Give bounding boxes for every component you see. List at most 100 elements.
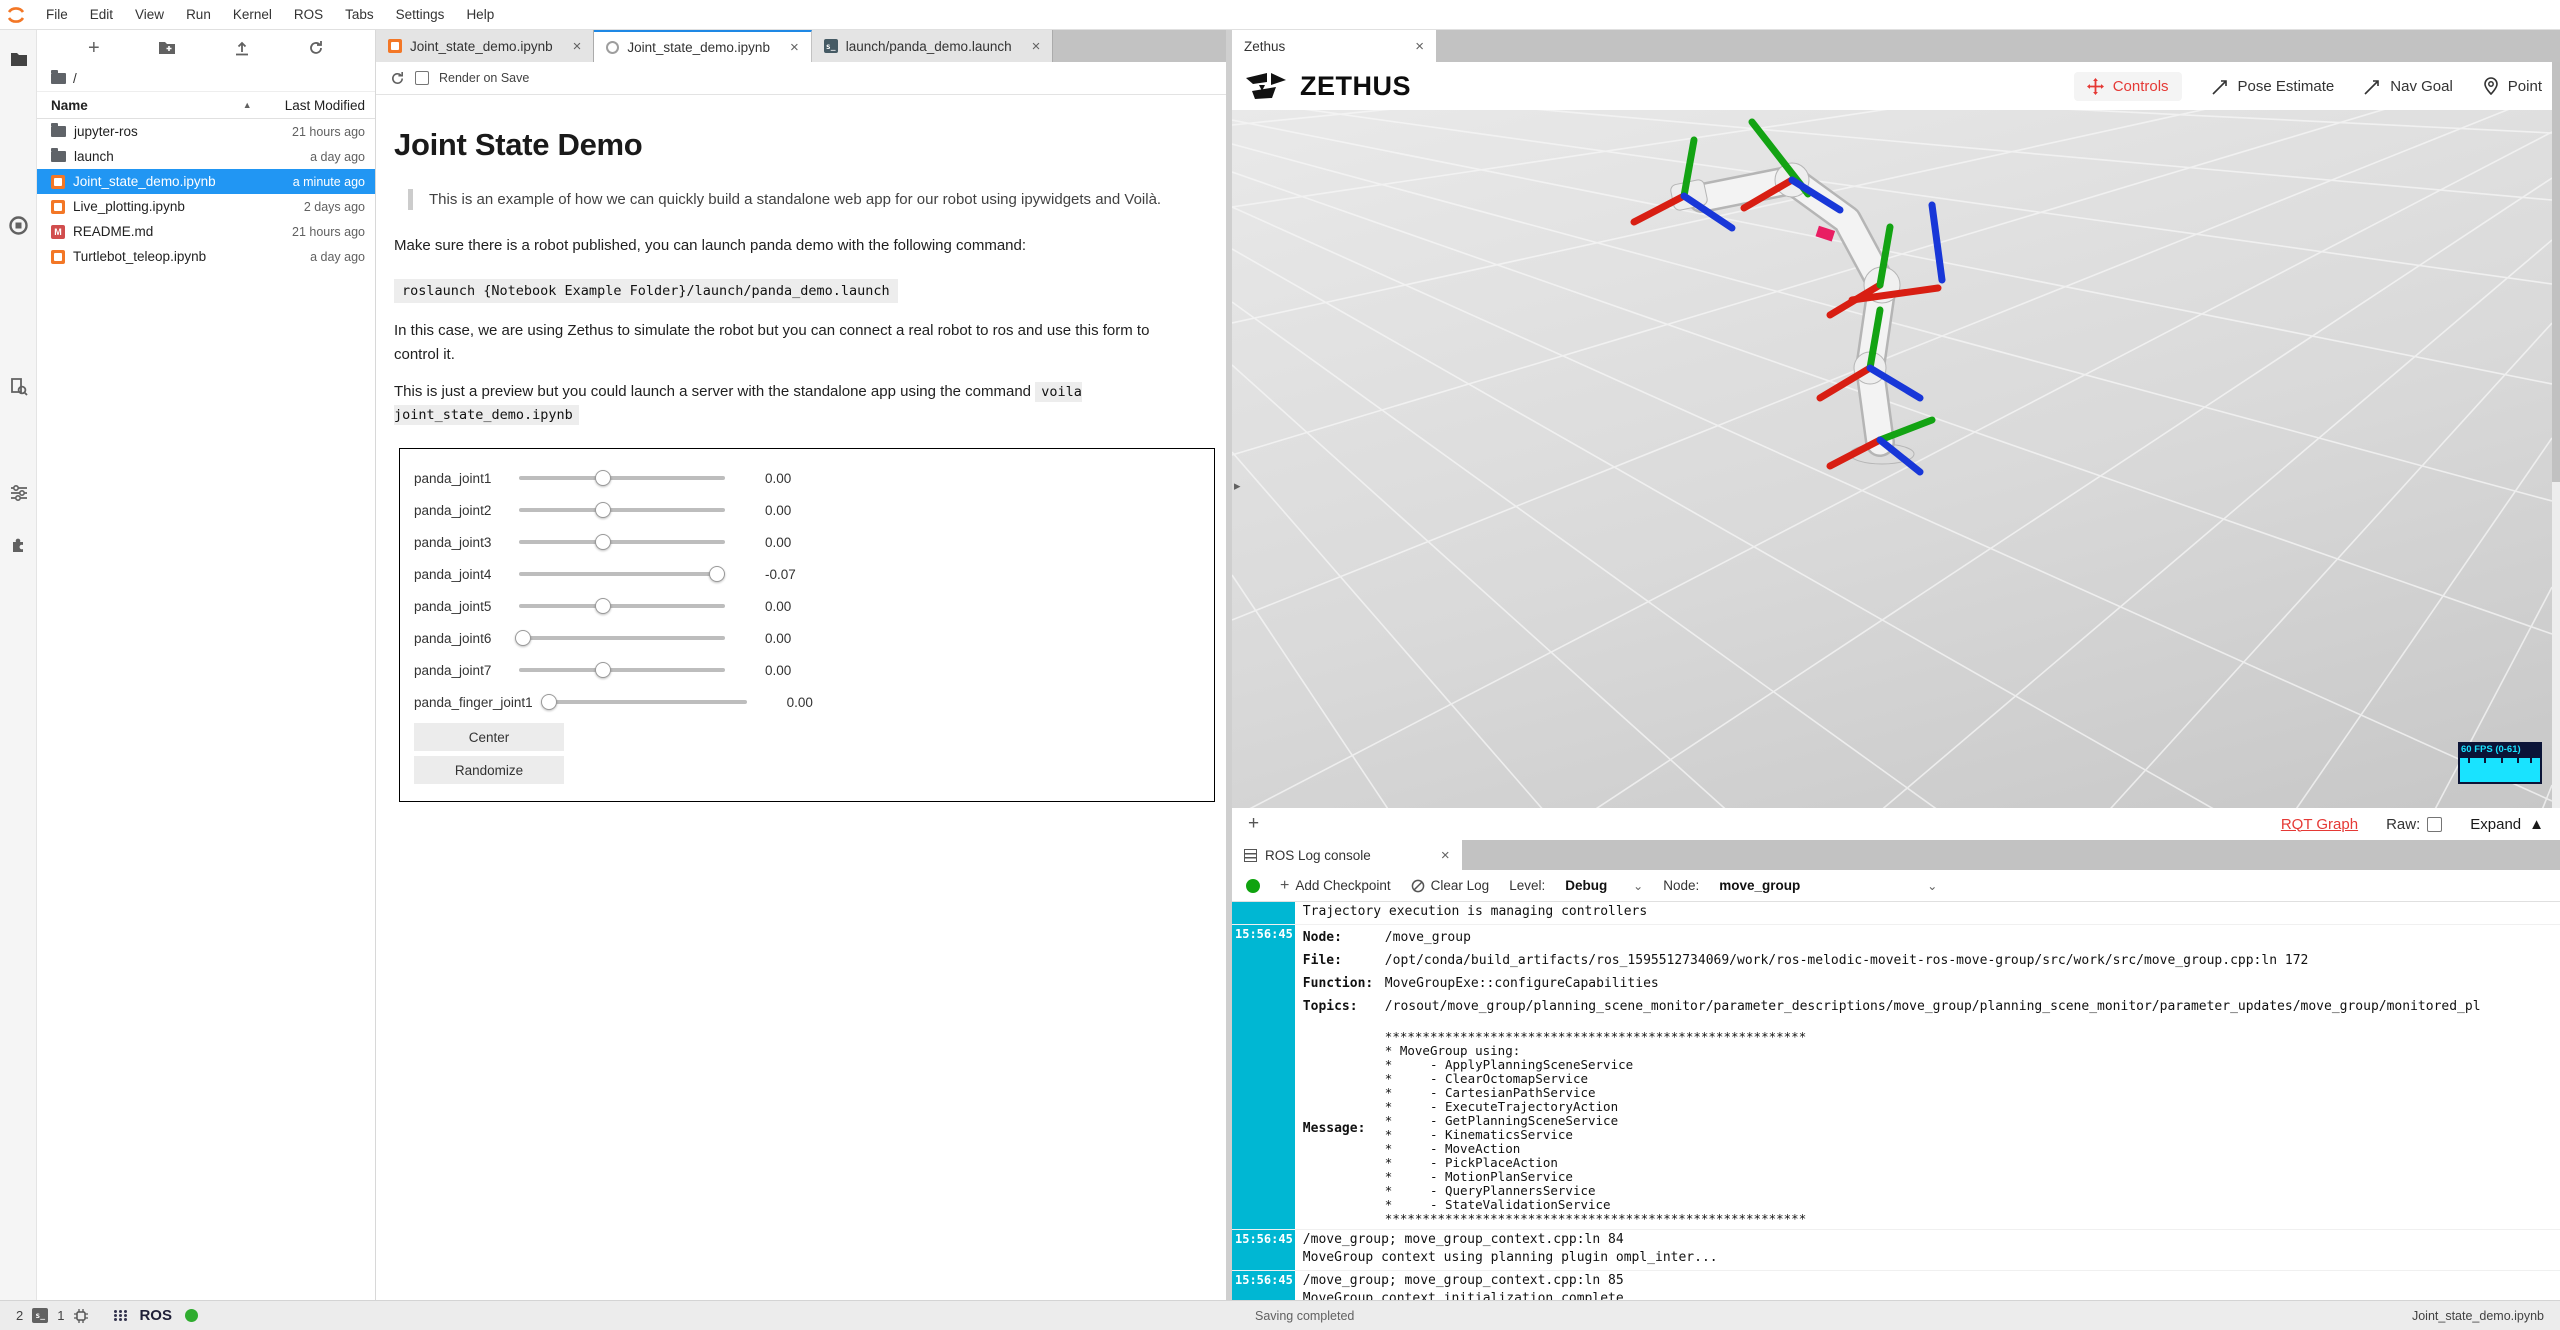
slider-handle[interactable] (515, 630, 531, 646)
current-file-label: Joint_state_demo.ipynb (2412, 1309, 2544, 1323)
new-folder-button[interactable] (158, 41, 176, 55)
close-tab-icon[interactable]: × (571, 38, 584, 55)
randomize-button[interactable]: Randomize (414, 756, 564, 784)
file-row-jupyter-ros[interactable]: jupyter-ros 21 hours ago (37, 119, 375, 144)
name-column-header[interactable]: Name (51, 98, 88, 113)
property-inspector-icon[interactable] (0, 478, 37, 508)
slider-handle[interactable] (541, 694, 557, 710)
menu-run[interactable]: Run (175, 0, 222, 30)
add-checkpoint-button[interactable]: + Add Checkpoint (1280, 877, 1391, 895)
menu-help[interactable]: Help (455, 0, 505, 30)
raw-checkbox[interactable] (2427, 817, 2442, 832)
breadcrumb[interactable]: / (37, 66, 375, 92)
point-button[interactable]: Point (2483, 77, 2542, 95)
refresh-preview-button[interactable] (390, 71, 405, 86)
slider-track[interactable] (519, 604, 725, 608)
menu-edit[interactable]: Edit (79, 0, 124, 30)
zethus-scrollbar[interactable] (2552, 62, 2560, 808)
menu-tabs[interactable]: Tabs (334, 0, 385, 30)
slider-track[interactable] (519, 476, 725, 480)
slider-track[interactable] (519, 636, 725, 640)
slider-handle[interactable] (595, 534, 611, 550)
notebook-icon (388, 39, 402, 53)
slider-handle[interactable] (595, 598, 611, 614)
map-pin-icon (2483, 77, 2499, 95)
controls-button[interactable]: Controls (2074, 72, 2182, 101)
terminal-icon[interactable]: s_ (32, 1308, 48, 1323)
slider-track[interactable] (519, 540, 725, 544)
add-visualization-button[interactable]: + (1248, 813, 1259, 835)
file-row-launch[interactable]: launch a day ago (37, 144, 375, 169)
slider-track[interactable] (541, 700, 747, 704)
file-row-turtlebot-teleop[interactable]: Turtlebot_teleop.ipynb a day ago (37, 244, 375, 269)
file-name: Live_plotting.ipynb (73, 199, 185, 214)
log-scroll-area[interactable]: 15:56:45 /move_group; trajectory_executi… (1232, 902, 2560, 1300)
file-list-header[interactable]: Name ▲ Last Modified (37, 92, 375, 119)
slider-label: panda_joint2 (414, 503, 511, 518)
file-modified: 21 hours ago (292, 125, 365, 139)
nav-goal-button[interactable]: Nav Goal (2364, 78, 2453, 95)
file-row-live-plotting[interactable]: Live_plotting.ipynb 2 days ago (37, 194, 375, 219)
zethus-logo-icon (1246, 71, 1290, 101)
log-timestamp: 15:56:45 (1232, 925, 1295, 1229)
file-row-joint-state-demo[interactable]: Joint_state_demo.ipynb a minute ago (37, 169, 375, 194)
slider-track[interactable] (519, 508, 725, 512)
close-tab-icon[interactable]: × (1030, 38, 1043, 55)
file-browser-toolbar: + (37, 30, 375, 66)
intro-blockquote: This is an example of how we can quickly… (408, 189, 1196, 210)
slider-handle[interactable] (595, 662, 611, 678)
field-value: /opt/conda/build_artifacts/ros_159551273… (1385, 953, 2309, 968)
close-tab-icon[interactable]: × (1413, 38, 1426, 55)
terminal-count[interactable]: 2 (16, 1308, 23, 1323)
menu-kernel[interactable]: Kernel (222, 0, 283, 30)
tab-joint-state-demo-notebook[interactable]: Joint_state_demo.ipynb × (376, 30, 594, 62)
upload-button[interactable] (234, 40, 250, 56)
clear-log-button[interactable]: Clear Log (1411, 878, 1490, 893)
menu-view[interactable]: View (124, 0, 175, 30)
kernel-icon[interactable] (73, 1308, 89, 1324)
level-select[interactable]: Debug ⌄ (1565, 878, 1643, 893)
raw-label: Raw: (2386, 816, 2420, 833)
center-button[interactable]: Center (414, 723, 564, 751)
slider-track[interactable] (519, 572, 725, 576)
folder-icon (51, 126, 66, 137)
tab-joint-state-demo-voila[interactable]: Joint_state_demo.ipynb × (594, 30, 811, 62)
slider-handle[interactable] (595, 502, 611, 518)
menu-file[interactable]: File (35, 0, 79, 30)
scrollbar-thumb[interactable] (2552, 62, 2560, 482)
file-name: launch (74, 149, 114, 164)
pose-estimate-button[interactable]: Pose Estimate (2212, 78, 2335, 95)
new-launcher-button[interactable]: + (88, 37, 100, 60)
running-sessions-icon[interactable] (0, 210, 37, 240)
tab-zethus[interactable]: Zethus × (1232, 30, 1437, 62)
log-line: /move_group; move_group_context.cpp:ln 8… (1303, 1272, 2560, 1290)
close-tab-icon[interactable]: × (788, 39, 801, 56)
tab-ros-log-console[interactable]: ROS Log console × (1232, 840, 1463, 870)
slider-track[interactable] (519, 668, 725, 672)
menu-ros[interactable]: ROS (283, 0, 334, 30)
breadcrumb-root: / (73, 71, 77, 86)
modified-column-header[interactable]: Last Modified (285, 98, 365, 113)
close-tab-icon[interactable]: × (1439, 847, 1452, 864)
paragraph-zethus: In this case, we are using Zethus to sim… (394, 319, 1189, 366)
rqt-graph-link[interactable]: RQT Graph (2281, 816, 2358, 833)
file-row-readme[interactable]: M README.md 21 hours ago (37, 219, 375, 244)
menu-settings[interactable]: Settings (385, 0, 456, 30)
slider-handle[interactable] (709, 566, 725, 582)
ros-logo-icon (114, 1310, 128, 1321)
tab-panda-demo-launch[interactable]: s_ launch/panda_demo.launch × (812, 30, 1054, 62)
slider-handle[interactable] (595, 470, 611, 486)
file-browser-icon[interactable] (0, 44, 37, 74)
kernel-count[interactable]: 1 (57, 1308, 64, 1323)
file-search-icon[interactable] (0, 372, 37, 402)
refresh-file-list-button[interactable] (308, 40, 324, 56)
collapse-handle-icon[interactable]: ▸ (1234, 478, 1241, 494)
slider-row-panda-joint4: panda_joint4 -0.07 (414, 558, 1214, 590)
render-on-save-checkbox[interactable] (415, 71, 429, 85)
3d-viewport[interactable]: 60 FPS (0-61) (1232, 110, 2552, 808)
3d-scene (1232, 110, 2552, 808)
tab-label: Zethus (1244, 39, 1285, 54)
expand-button[interactable]: Expand ▲ (2470, 816, 2544, 833)
extension-manager-icon[interactable] (0, 530, 37, 560)
node-select[interactable]: move_group ⌄ (1719, 878, 1937, 893)
